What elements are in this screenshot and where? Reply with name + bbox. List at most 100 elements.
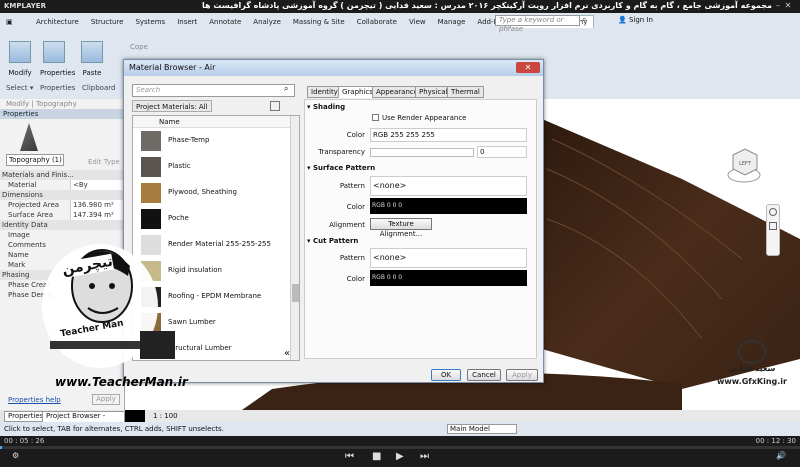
palette-tabs: Properties Project Browser - topo: [0, 410, 125, 431]
tab-massing-site[interactable]: Massing & Site: [287, 16, 351, 28]
volume-icon[interactable]: 🔊: [776, 451, 786, 460]
properties-header: Properties: [0, 109, 125, 119]
video-player-controls: 00 : 05 : 26 00 : 12 : 30 ⏮ ■ ▶ ⏭ ⚙ 🔊: [0, 436, 800, 467]
stop-icon[interactable]: ■: [372, 451, 381, 462]
material-list-item[interactable]: Phase-Temp: [133, 128, 293, 156]
tab-collaborate[interactable]: Collaborate: [351, 16, 403, 28]
collapse-panel-icon[interactable]: «: [284, 348, 290, 359]
tab-identity[interactable]: Identity: [307, 86, 342, 98]
property-value[interactable]: 136.980 m²: [70, 200, 125, 210]
type-selector[interactable]: Topography (1): [6, 154, 64, 166]
cope-button[interactable]: Cope: [130, 43, 148, 51]
tab-annotate[interactable]: Annotate: [203, 16, 247, 28]
steering-wheel-icon[interactable]: [769, 208, 777, 216]
alignment-label: Alignment: [329, 221, 365, 229]
material-name: Plywood, Sheathing: [168, 188, 237, 196]
material-search-input[interactable]: Search: [132, 84, 295, 97]
property-row[interactable]: Material<By Category>: [0, 180, 125, 200]
shading-section[interactable]: ▾ Shading: [307, 103, 345, 111]
tab-systems[interactable]: Systems: [129, 16, 171, 28]
tab-insert[interactable]: Insert: [171, 16, 203, 28]
gfxking-site: www.GfxKing.ir: [717, 377, 787, 386]
material-list-item[interactable]: Plastic: [133, 154, 293, 182]
surface-pattern-field[interactable]: <none>: [370, 176, 527, 196]
close-icon[interactable]: ✕: [784, 2, 792, 10]
texture-alignment-button[interactable]: Texture Alignment...: [370, 218, 432, 238]
property-name: Image: [8, 231, 30, 239]
tab-analyze[interactable]: Analyze: [247, 16, 287, 28]
view-control-bar: 1 : 100: [145, 410, 800, 422]
view-scale[interactable]: 1 : 100: [153, 410, 178, 422]
surface-pattern-section[interactable]: ▾ Surface Pattern: [307, 164, 375, 172]
project-materials-filter[interactable]: Project Materials: All: [132, 100, 212, 112]
dialog-apply-button[interactable]: Apply: [506, 369, 538, 381]
transparency-slider[interactable]: [370, 148, 474, 157]
player-settings-icon[interactable]: ⚙: [12, 451, 19, 460]
player-title-bar: KMPLAYER مجموعه آموزشی جامع ، گام به گام…: [0, 0, 800, 13]
shading-color-label: Color: [346, 131, 365, 139]
tab-properties[interactable]: Properties: [4, 411, 48, 422]
dialog-close-button[interactable]: ✕: [516, 62, 540, 73]
status-bar: Click to select, TAB for alternates, CTR…: [0, 422, 800, 436]
property-value[interactable]: 147.394 m²: [70, 210, 125, 220]
ok-button[interactable]: OK: [431, 369, 461, 381]
tab-manage[interactable]: Manage: [432, 16, 472, 28]
property-section[interactable]: Identity Data: [0, 220, 125, 230]
cut-pattern-field[interactable]: <none>: [370, 248, 527, 268]
material-name: Phase-Temp: [168, 136, 210, 144]
seek-bar[interactable]: [0, 446, 800, 449]
user-icon: 👤: [618, 16, 629, 24]
list-scrollbar[interactable]: [290, 116, 299, 360]
cancel-button[interactable]: Cancel: [467, 369, 501, 381]
property-section[interactable]: Materials and Finis...: [0, 170, 125, 180]
cut-pattern-label: Pattern: [339, 254, 365, 262]
transparency-value[interactable]: 0: [477, 146, 527, 158]
minimize-icon[interactable]: –: [774, 2, 782, 10]
navigation-bar[interactable]: [766, 204, 780, 256]
cut-color-field[interactable]: RGB 0 0 0: [370, 270, 527, 286]
surface-color-label: Color: [346, 203, 365, 211]
seek-position: [0, 446, 2, 449]
tab-structure[interactable]: Structure: [85, 16, 130, 28]
tab-architecture[interactable]: Architecture: [30, 16, 85, 28]
properties-button[interactable]: Properties: [40, 41, 75, 83]
edit-type-button[interactable]: Edit Type: [88, 158, 120, 166]
active-model-selector[interactable]: Main Model: [447, 424, 517, 434]
previous-icon[interactable]: ⏮: [345, 451, 354, 462]
select-group-label[interactable]: Select ▾: [6, 84, 33, 92]
modify-button[interactable]: Modify: [6, 41, 34, 83]
cut-pattern-section[interactable]: ▾ Cut Pattern: [307, 237, 358, 245]
tab-physical[interactable]: Physical: [415, 86, 452, 98]
tab-view[interactable]: View: [403, 16, 432, 28]
surface-color-field[interactable]: RGB 0 0 0: [370, 198, 527, 214]
material-name: Poche: [168, 214, 189, 222]
search-icon[interactable]: ⌕: [582, 15, 592, 25]
help-search-input[interactable]: Type a keyword or phrase: [495, 15, 580, 33]
list-column-name[interactable]: Name: [133, 116, 299, 128]
property-row[interactable]: Surface Area 147.394 m²: [0, 210, 125, 220]
view-cube-face: LEFT: [739, 161, 752, 167]
view-cube[interactable]: LEFT: [727, 145, 762, 185]
zoom-icon[interactable]: [769, 222, 777, 230]
material-swatch: [141, 183, 161, 203]
use-render-appearance-checkbox[interactable]: [372, 114, 379, 121]
gfxking-logo-icon: [737, 340, 767, 364]
play-icon[interactable]: ▶: [396, 451, 404, 462]
transparency-label: Transparency: [318, 148, 365, 156]
property-row[interactable]: Projected Area 136.980 m²: [0, 200, 125, 210]
tab-thermal[interactable]: Thermal: [447, 86, 484, 98]
shading-color-field[interactable]: RGB 255 255 255: [370, 128, 527, 142]
list-view-icon[interactable]: [270, 101, 280, 111]
material-list-item[interactable]: Plywood, Sheathing: [133, 180, 293, 208]
next-icon[interactable]: ⏭: [420, 451, 429, 462]
search-icon[interactable]: ⌕: [284, 84, 288, 94]
app-menu-icon[interactable]: ▣: [0, 16, 30, 28]
scroll-thumb[interactable]: [292, 284, 299, 302]
paste-button[interactable]: Paste: [78, 41, 106, 83]
property-name: Material: [8, 181, 37, 189]
property-name: Phasing: [2, 271, 30, 279]
sign-in-button[interactable]: 👤 Sign In: [618, 14, 653, 26]
material-list-item[interactable]: Poche: [133, 206, 293, 234]
property-section[interactable]: Dimensions: [0, 190, 125, 200]
property-name: Identity Data: [2, 221, 48, 229]
